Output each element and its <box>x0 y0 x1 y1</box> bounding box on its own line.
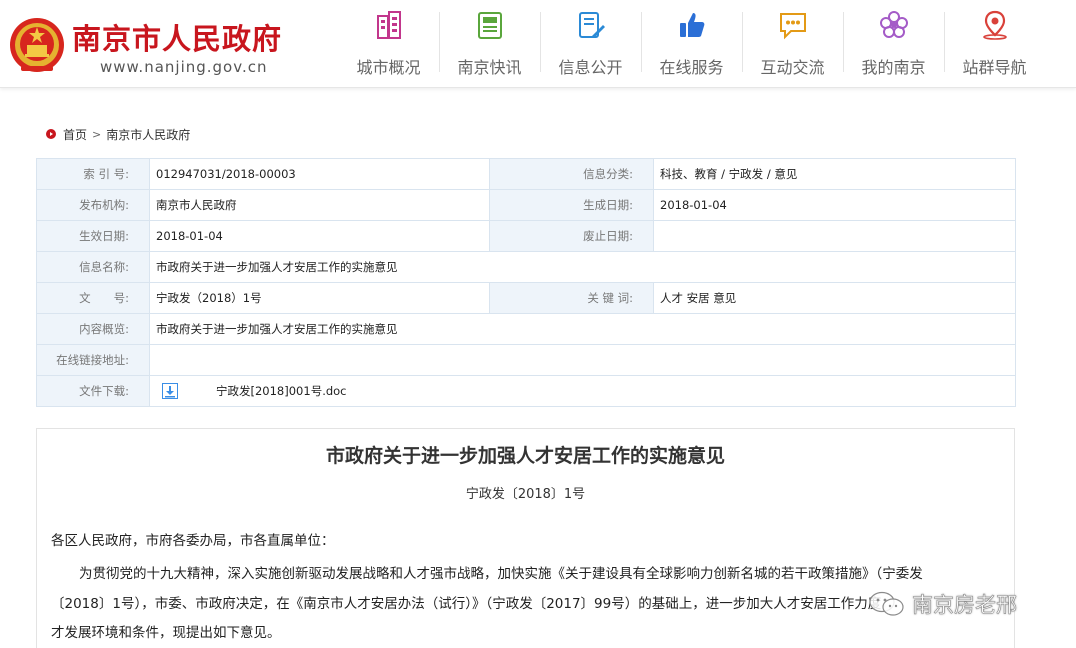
nav-label: 我的南京 <box>861 58 926 77</box>
site-url: www.nanjing.gov.cn <box>100 58 268 76</box>
nav-item-city-overview[interactable]: 城市概况 <box>338 0 439 88</box>
site-logo[interactable]: 南京市人民政府 www.nanjing.gov.cn <box>8 10 308 78</box>
nav-item-online-services[interactable]: 在线服务 <box>641 0 742 88</box>
info-row: 索 引 号: 012947031/2018-00003 信息分类: 科技、教育 … <box>36 158 1016 190</box>
nav-item-my-nanjing[interactable]: 我的南京 <box>843 0 944 88</box>
breadcrumb: 首页 > 南京市人民政府 <box>46 125 190 143</box>
buildings-icon <box>377 11 401 39</box>
article-paragraph-line: 才发展环境和条件，现提出如下意见。 <box>51 625 281 641</box>
nav-label: 南京快讯 <box>457 58 522 77</box>
info-row: 生效日期: 2018-01-04 废止日期: <box>36 220 1016 252</box>
summary-label: 内容概览: <box>36 313 150 345</box>
document-edit-icon <box>579 12 605 38</box>
main-nav: 城市概况 南京快讯 信息公开 在线服务 互动交流 我的南京 站群导航 <box>338 0 1045 88</box>
expiry-date-label: 废止日期: <box>489 220 654 252</box>
article-salutation: 各区人民政府，市府各委办局，市各直属单位： <box>51 533 335 549</box>
nav-label: 互动交流 <box>760 58 825 77</box>
article-paragraph-line: 〔2018〕1号），市委、市政府决定，在《南京市人才安居办法（试行）》（宁政发〔… <box>51 596 895 612</box>
thumbs-up-icon <box>680 13 705 37</box>
breadcrumb-separator: > <box>92 127 102 141</box>
nav-label: 站群导航 <box>962 58 1027 77</box>
download-file-link[interactable]: 宁政发[2018]001号.doc <box>216 384 347 398</box>
nav-label: 城市概况 <box>356 58 421 77</box>
document-info-table: 索 引 号: 012947031/2018-00003 信息分类: 科技、教育 … <box>36 158 1016 407</box>
created-date-value: 2018-01-04 <box>653 189 1016 221</box>
home-bullet-icon <box>46 129 56 139</box>
index-number-value: 012947031/2018-00003 <box>149 158 490 190</box>
info-row: 发布机构: 南京市人民政府 生成日期: 2018-01-04 <box>36 189 1016 221</box>
summary-value: 市政府关于进一步加强人才安居工作的实施意见 <box>149 313 1016 345</box>
watermark-text: 南京房老邢 <box>912 593 1018 618</box>
breadcrumb-current[interactable]: 南京市人民政府 <box>106 126 190 143</box>
file-download-label: 文件下载: <box>36 375 150 407</box>
info-row: 在线链接地址: <box>36 344 1016 376</box>
nav-item-info-disclosure[interactable]: 信息公开 <box>540 0 641 88</box>
index-number-label: 索 引 号: <box>36 158 150 190</box>
info-row: 文 号: 宁政发（2018）1号 关 键 词: 人才 安居 意见 <box>36 282 1016 314</box>
article-paragraph-line: 为贯彻党的十九大精神，深入实施创新驱动发展战略和人才强市战略，加快实施《关于建设… <box>79 566 923 582</box>
category-value: 科技、教育 / 宁政发 / 意见 <box>653 158 1016 190</box>
newspaper-icon <box>478 12 502 39</box>
site-header: 南京市人民政府 www.nanjing.gov.cn 城市概况 南京快讯 信息公… <box>0 0 1076 88</box>
nav-item-interaction[interactable]: 互动交流 <box>742 0 843 88</box>
article-doc-number: 宁政发〔2018〕1号 <box>465 487 586 502</box>
info-row: 文件下载: 宁政发[2018]001号.doc <box>36 375 1016 407</box>
keywords-value: 人才 安居 意见 <box>653 282 1016 314</box>
online-link-label: 在线链接地址: <box>36 344 150 376</box>
online-link-value[interactable] <box>149 344 1016 376</box>
publisher-label: 发布机构: <box>36 189 150 221</box>
expiry-date-value <box>653 220 1016 252</box>
plum-blossom-icon <box>880 11 908 38</box>
info-name-label: 信息名称: <box>36 251 150 283</box>
wechat-icon <box>869 591 904 616</box>
map-pin-icon <box>983 10 1007 40</box>
category-label: 信息分类: <box>489 158 654 190</box>
effective-date-label: 生效日期: <box>36 220 150 252</box>
nav-item-site-navigation[interactable]: 站群导航 <box>944 0 1045 88</box>
document-number-label: 文 号: <box>36 282 150 314</box>
keywords-label: 关 键 词: <box>489 282 654 314</box>
info-name-value: 市政府关于进一步加强人才安居工作的实施意见 <box>149 251 1016 283</box>
document-number-value: 宁政发（2018）1号 <box>149 282 490 314</box>
created-date-label: 生成日期: <box>489 189 654 221</box>
nav-label: 信息公开 <box>558 58 623 77</box>
breadcrumb-home-link[interactable]: 首页 <box>63 126 87 143</box>
effective-date-value: 2018-01-04 <box>149 220 490 252</box>
publisher-value: 南京市人民政府 <box>149 189 490 221</box>
site-title: 南京市人民政府 <box>72 22 283 56</box>
article-title: 市政府关于进一步加强人才安居工作的实施意见 <box>325 445 725 467</box>
download-icon[interactable] <box>162 383 178 400</box>
national-emblem-icon <box>10 18 64 72</box>
nav-label: 在线服务 <box>659 58 724 77</box>
wechat-watermark: 南京房老邢 <box>868 587 1017 621</box>
chat-bubble-icon <box>780 13 806 40</box>
file-download-cell: 宁政发[2018]001号.doc <box>149 375 1016 407</box>
info-row: 内容概览: 市政府关于进一步加强人才安居工作的实施意见 <box>36 313 1016 345</box>
nav-item-nanjing-news[interactable]: 南京快讯 <box>439 0 540 88</box>
info-row: 信息名称: 市政府关于进一步加强人才安居工作的实施意见 <box>36 251 1016 283</box>
